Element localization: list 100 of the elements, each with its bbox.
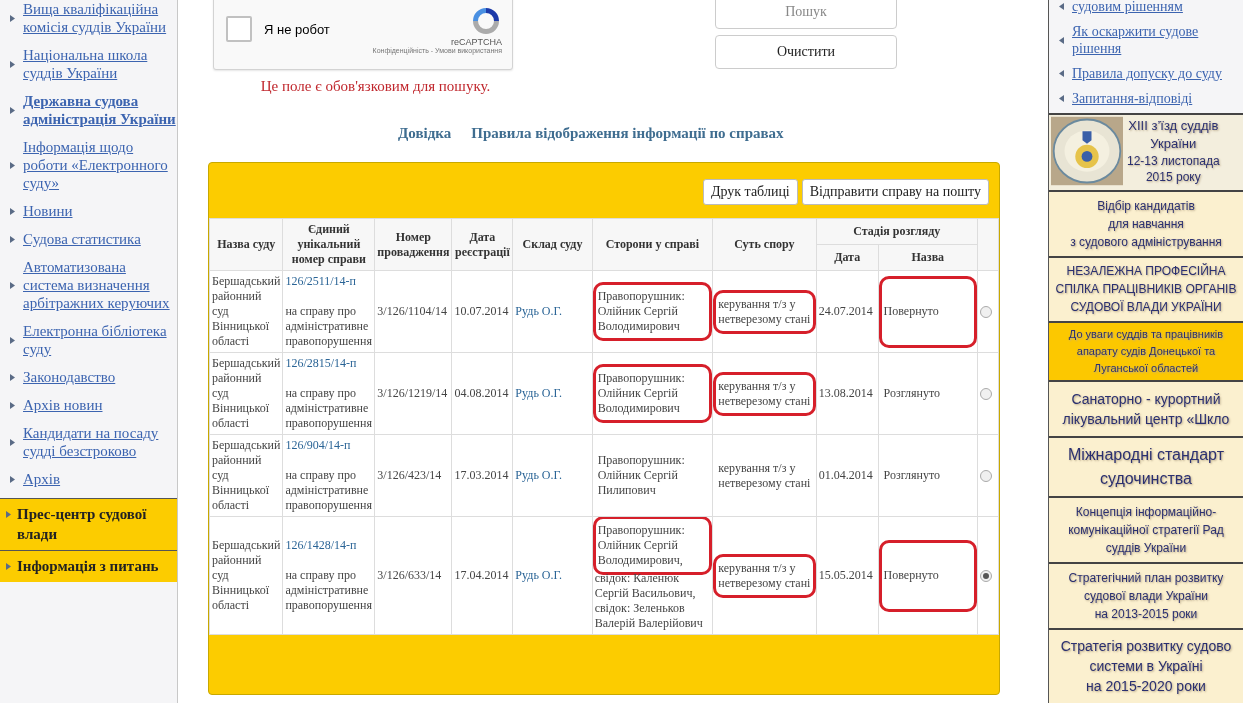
banner[interactable]: Санаторно - курортний лікувальний центр «Шкло (1049, 380, 1243, 437)
radio-button[interactable] (980, 569, 992, 582)
stage-text: Повернуто (878, 275, 977, 348)
column-header: Стадія розгляду (816, 218, 978, 245)
case-link[interactable]: 126/2815/14-п (285, 356, 373, 371)
case-note: на справу про адміністративне правопорушення (285, 386, 372, 430)
sidebar-link[interactable]: Як оскаржити судове рішення (1072, 23, 1243, 57)
banner[interactable]: XIII з’їзд суддів України 12-13 листопада 2015 року (1049, 113, 1243, 190)
sidebar-link[interactable]: Правила допуску до суду (1072, 65, 1222, 82)
judge-link[interactable]: Рудь О.Г. (515, 386, 563, 400)
bullet-icon (10, 336, 15, 344)
judge-link[interactable]: Рудь О.Г. (515, 468, 563, 482)
essence-text: керування т/з у нетверезому стані (713, 553, 816, 598)
stage-text: Розглянуто (882, 467, 942, 484)
sidebar-link[interactable]: Законодавство (23, 368, 116, 386)
captcha-brand: reCAPTCHA (451, 36, 502, 47)
table-cell: Бершадський районний суд Вінницької області (209, 352, 283, 435)
banner-title: XIII з’їзд суддів України (1128, 117, 1219, 154)
bullet-icon (10, 281, 15, 289)
radio-button[interactable] (980, 469, 992, 482)
bullet-icon (6, 563, 11, 570)
table-cell: 01.04.2014 (816, 434, 879, 517)
parties-text: Правопорушник: Олійник Сергій Володимирович (592, 282, 713, 341)
help-link[interactable]: Довідка (398, 125, 452, 142)
bullet-icon (10, 60, 15, 68)
essence-text: керування т/з у нетверезому стані (713, 289, 816, 334)
column-header: Суть спору (712, 218, 817, 271)
table-cell: 3/126/423/14 (374, 434, 452, 517)
emblem-icon (1051, 115, 1123, 188)
sidebar-link[interactable]: судовим рішенням (1072, 0, 1183, 15)
column-header: Дата реєстрації (451, 218, 513, 271)
table-cell: 3/126/633/14 (374, 516, 452, 635)
sidebar-link[interactable]: Архів (23, 470, 61, 488)
sidebar-link[interactable]: Архів новин (23, 396, 103, 414)
banner[interactable]: Концепція інформаційно- комунікаційної стратегії Рад суддів України (1049, 496, 1243, 562)
clear-button[interactable]: Очистити (715, 35, 897, 69)
banner[interactable]: Міжнародні стандарт судочинства (1049, 436, 1243, 497)
sidebar-section[interactable]: Інформація з питань (0, 550, 177, 582)
banner[interactable]: Відбір кандидатів для навчання з судового адміністрування (1049, 189, 1243, 256)
send-button[interactable]: Відправити справу на пошту (801, 179, 989, 205)
bullet-icon (10, 14, 15, 22)
case-note: на справу про адміністративне правопорушення (285, 468, 372, 512)
sidebar-link[interactable]: Запитання-відповіді (1072, 90, 1193, 107)
section-label: Інформація з питань (17, 557, 159, 576)
table-cell: 24.07.2014 (816, 270, 879, 353)
parties-text: Правопорушник: Олійник Сергій Володимирович (592, 364, 713, 423)
essence-text: керування т/з у нетверезому стані (713, 371, 816, 416)
banner[interactable]: Стратегія розвитку судово системи в Україні на 2015-2020 роки (1049, 627, 1243, 703)
banner[interactable]: НЕЗАЛЕЖНА ПРОФЕСІЙНА СПІЛКА ПРАЦІВНИКІВ ОРГАНІВ СУДОВОЇ ВЛАДИ УКРАЇНИ (1049, 255, 1243, 322)
case-link[interactable]: 126/904/14-п (285, 438, 373, 453)
case-link[interactable]: 126/1428/14-п (285, 538, 373, 553)
sidebar-link[interactable]: Вища кваліфікаційна комісія суддів України (23, 0, 177, 36)
sidebar-link[interactable]: Новини (23, 202, 73, 220)
banner[interactable]: До уваги суддів та працівників апарату судів Донецької та Луганської областей (1049, 321, 1243, 381)
table-cell: 13.08.2014 (816, 352, 879, 435)
bullet-icon (1059, 36, 1064, 44)
print-button[interactable]: Друк таблиці (702, 179, 798, 205)
sidebar-link[interactable]: Інформація щодо роботи «Електронного суду» (23, 138, 177, 192)
radio-button[interactable] (980, 305, 992, 318)
bullet-icon (10, 475, 15, 483)
checkbox[interactable] (226, 16, 252, 42)
table-cell: Бершадський районний суд Вінницької області (209, 434, 283, 517)
radio-button[interactable] (980, 387, 992, 400)
bullet-icon (10, 373, 15, 381)
captcha-label: Я не робот (264, 21, 331, 37)
column-header: Єдиний унікальний номер справи (282, 218, 375, 271)
bullet-icon (10, 207, 15, 215)
sidebar-link[interactable]: Автоматизована система визначення арбітражних керуючих (23, 258, 177, 312)
sidebar-link[interactable]: Національна школа суддів України (23, 46, 177, 82)
sidebar-link[interactable]: Кандидати на посаду судді безстроково (23, 424, 177, 460)
sidebar-section[interactable]: Прес-центр судової влади (0, 498, 177, 550)
banner-subtitle: 12-13 листопада 2015 року (1127, 153, 1220, 186)
banner[interactable]: Стратегічний план розвитку судової влади України на 2013-2015 роки (1049, 561, 1243, 628)
sidebar-link[interactable]: Судова статистика (23, 230, 141, 248)
stage-text: Розглянуто (882, 385, 942, 402)
section-label: Прес-центр судової влади (17, 505, 148, 544)
sidebar-link[interactable]: Державна судова адміністрація України (23, 92, 177, 128)
judge-link[interactable]: Рудь О.Г. (515, 304, 563, 318)
table-cell: 15.05.2014 (816, 516, 879, 635)
table-cell: 04.08.2014 (451, 352, 513, 435)
table-cell: 17.04.2014 (451, 516, 513, 635)
column-header: Склад суду (512, 218, 593, 271)
essence-text: керування т/з у нетверезому стані (717, 459, 812, 492)
sidebar-link[interactable]: Електронна бібліотека суду (23, 322, 177, 358)
bullet-icon (10, 106, 15, 114)
help-link[interactable]: Правила відображення інформації по справах (471, 125, 784, 142)
stage-text: Повернуто (878, 539, 977, 612)
bullet-icon (1059, 3, 1064, 10)
column-header: Номер провадження (374, 218, 452, 271)
case-link[interactable]: 126/2511/14-п (285, 274, 373, 289)
bullet-icon (1059, 70, 1064, 77)
judge-link[interactable]: Рудь О.Г. (515, 568, 563, 582)
error-message: Це поле є обов'язковим для пошуку. (260, 78, 491, 95)
bullet-icon (6, 511, 11, 518)
bullet-icon (10, 161, 15, 169)
bullet-icon (10, 438, 15, 446)
column-header: Сторони у справі (592, 218, 713, 271)
table-cell: Бершадський районний суд Вінницької області (209, 516, 283, 635)
table-cell: Бершадський районний суд Вінницької області (209, 270, 283, 353)
bullet-icon (10, 401, 15, 409)
